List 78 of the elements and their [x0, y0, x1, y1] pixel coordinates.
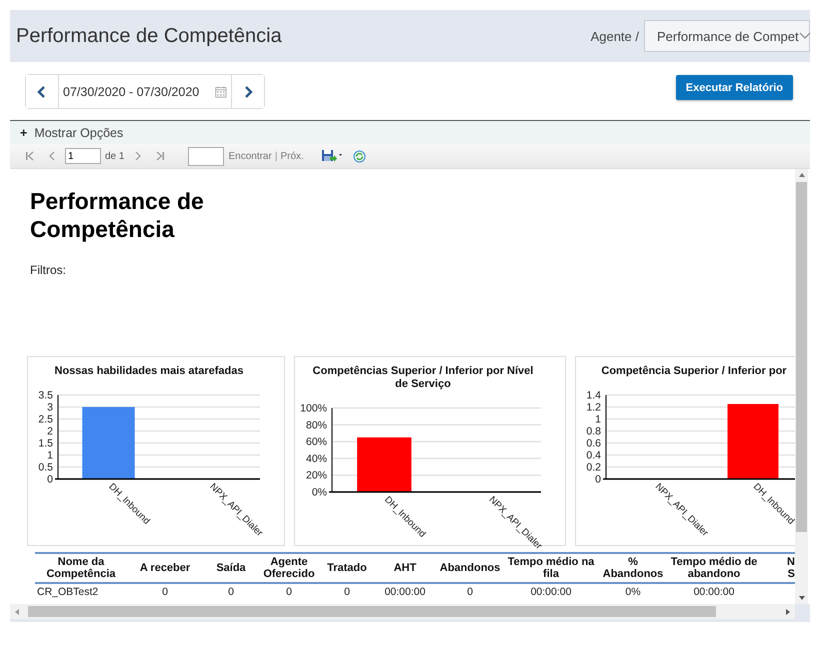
table-cell: 0	[435, 583, 505, 600]
table-cell: 0	[259, 583, 319, 600]
report-select[interactable]: Performance de Compet	[644, 20, 810, 52]
column-header: AHT	[375, 553, 435, 583]
scroll-up-icon[interactable]	[798, 172, 806, 178]
find-link[interactable]: Encontrar	[228, 150, 272, 162]
column-header: Abandonos	[435, 553, 505, 583]
expand-toggle[interactable]: +	[20, 126, 28, 140]
table-cell: 0	[319, 583, 375, 600]
filters-label: Filtros:	[30, 263, 67, 277]
column-header: Tempo médio de abandono	[669, 553, 759, 583]
chart-title: Competência Superior / Inferior por	[600, 365, 788, 378]
axis-tick-label: 0.2	[586, 462, 601, 474]
axis-tick-label: 1	[47, 450, 53, 462]
table-cell: 0	[203, 583, 259, 600]
table-cell: 0	[127, 583, 203, 600]
column-header: Agente Oferecido	[259, 553, 319, 583]
chart-title: Competências Superior / Inferior por Nível de Serviço	[312, 365, 534, 391]
vertical-scrollbar[interactable]	[795, 169, 808, 604]
column-header: Saída	[203, 553, 259, 583]
first-page-icon[interactable]	[25, 151, 35, 161]
page-field[interactable]: 1	[65, 148, 101, 164]
calendar-icon	[215, 84, 227, 100]
column-header: Tratado	[319, 553, 375, 583]
chart-title: Nossas habilidades mais atarefadas	[54, 365, 244, 378]
column-header: N S	[759, 553, 795, 583]
axis-tick-label: 80%	[306, 419, 327, 432]
axis-tick-label: 60%	[306, 436, 327, 448]
table-cell: 0%	[597, 583, 669, 600]
table-cell: 00:00:00	[505, 583, 597, 600]
scroll-down-icon[interactable]	[798, 595, 806, 601]
axis-tick-label: 20%	[306, 470, 327, 482]
previous-page-icon[interactable]	[48, 151, 56, 161]
export-icon[interactable]	[320, 149, 343, 163]
axis-tick-label: 2	[47, 426, 53, 438]
horizontal-scrollbar[interactable]	[10, 604, 795, 619]
column-header: Tempo médio na fila	[505, 553, 597, 583]
axis-tick-label: 0%	[312, 486, 327, 498]
page-count: de 1	[105, 150, 124, 162]
axis-tick-label: 0.4	[586, 450, 601, 462]
bar	[357, 437, 412, 492]
chevron-icon	[798, 32, 811, 40]
axis-tick-label: 1	[595, 414, 601, 426]
breadcrumb[interactable]: Agente /	[590, 28, 639, 44]
axis-tick-label: 2.5	[38, 414, 53, 426]
scroll-right-icon[interactable]	[785, 608, 791, 616]
chevron-right-icon	[243, 86, 253, 98]
axis-tick-label: 0	[595, 474, 601, 486]
next-page-icon[interactable]	[134, 151, 142, 161]
table-cell: 00:00:00	[669, 583, 759, 600]
bar	[82, 407, 135, 479]
scroll-left-icon[interactable]	[14, 608, 20, 616]
table-cell: CR_OBTest2	[35, 583, 127, 600]
last-page-icon[interactable]	[155, 151, 166, 161]
axis-tick-label: 0.8	[586, 426, 601, 438]
table-cell: 00:00:00	[375, 583, 435, 600]
page-title: Performance de Competência	[16, 24, 282, 48]
axis-tick-label: 1.4	[586, 390, 601, 402]
axis-tick-label: 3.5	[38, 390, 53, 402]
axis-tick-label: 40%	[306, 452, 327, 465]
report-title: Performance de Competência	[30, 187, 205, 243]
run-report-button[interactable]: Executar Relatório	[676, 75, 793, 100]
chevron-left-icon	[37, 86, 47, 98]
show-options-link[interactable]: Mostrar Opções	[34, 126, 124, 140]
axis-tick-label: 1.5	[38, 438, 53, 450]
column-header: % Abandonos	[597, 553, 669, 583]
separator: |	[274, 150, 278, 162]
column-header: Nome da Competência	[35, 553, 127, 583]
axis-tick-label: 0	[47, 474, 53, 486]
axis-tick-label: 1.2	[586, 402, 601, 414]
axis-tick-label: 0.5	[38, 462, 53, 474]
axis-tick-label: 0.6	[586, 438, 601, 450]
find-field[interactable]	[188, 146, 224, 166]
refresh-icon[interactable]	[352, 150, 366, 162]
column-header: A receber	[127, 553, 203, 583]
axis-tick-label: 100%	[300, 402, 327, 414]
next-link[interactable]: Próx.	[280, 150, 304, 162]
axis-tick-label: 3	[47, 402, 53, 414]
